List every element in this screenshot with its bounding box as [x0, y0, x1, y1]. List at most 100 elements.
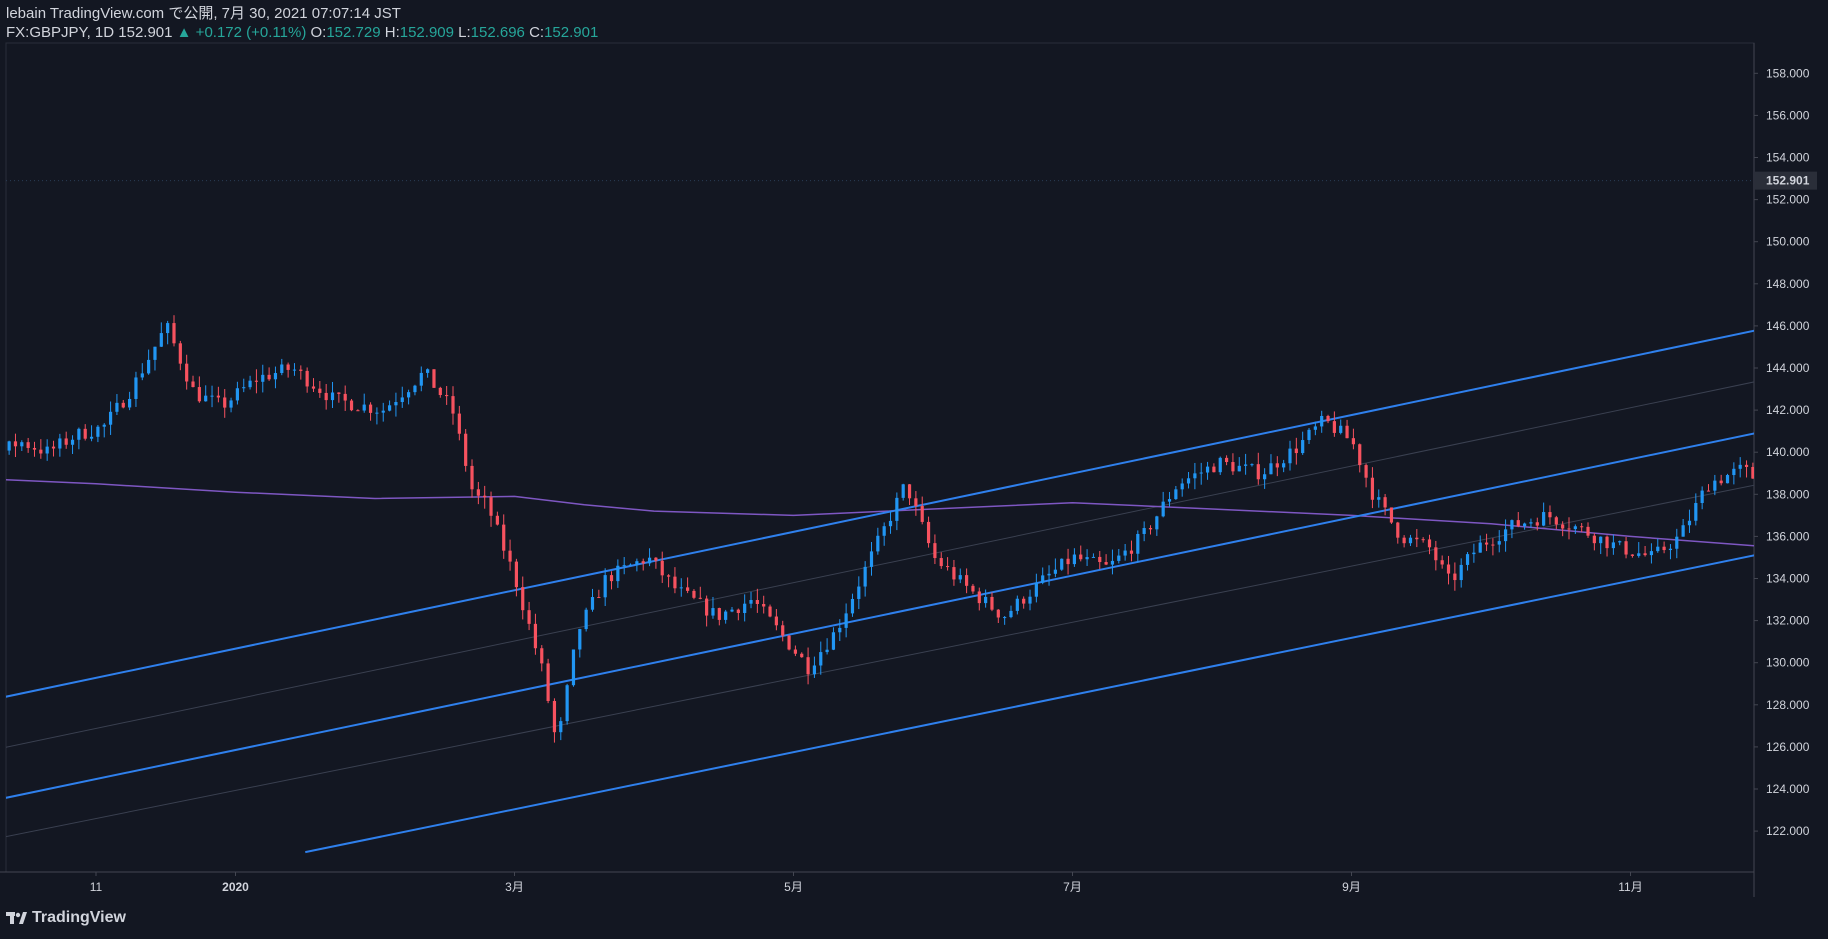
candle-body-265: [1586, 526, 1590, 536]
candle-body-259: [1548, 512, 1552, 518]
candle-body-117: [647, 557, 652, 564]
candle-body-49: [216, 395, 220, 398]
candle-body-234: [1389, 507, 1394, 523]
candle-body-139: [787, 635, 791, 650]
candle-body-250: [1491, 544, 1495, 546]
x-tick-label-1: 2020: [222, 880, 249, 894]
candle-body-222: [1313, 426, 1317, 430]
candle-body-46: [197, 387, 201, 402]
candle-body-90: [476, 489, 480, 496]
candle-body-161: [926, 521, 931, 544]
candle-body-279: [1675, 536, 1679, 549]
symbol-label[interactable]: FX:GBPJPY, 1D 152.901: [6, 24, 173, 41]
candle-body-283: [1700, 490, 1704, 504]
candle-body-54: [248, 380, 252, 388]
candle-body-68: [337, 392, 341, 394]
candle-body-82: [426, 369, 430, 373]
candle-body-207: [1218, 457, 1222, 473]
candle-body-229: [1358, 444, 1362, 466]
candle-body-247: [1472, 552, 1476, 555]
candle-body-192: [1123, 550, 1127, 556]
candle-body-33: [115, 402, 119, 412]
candle-body-162: [933, 543, 937, 559]
candle-body-236: [1402, 537, 1406, 544]
candle-body-152: [869, 551, 874, 567]
candle-body-226: [1339, 425, 1343, 433]
y-tick-label-8: 142.000: [1766, 403, 1810, 417]
candle-body-213: [1256, 464, 1260, 480]
candle-body-22: [45, 446, 49, 454]
candle-body-145: [825, 649, 829, 653]
candle-body-218: [1288, 448, 1292, 464]
candle-body-60: [286, 364, 290, 370]
candle-body-57: [267, 374, 271, 380]
candle-body-255: [1523, 523, 1527, 527]
candle-body-174: [1009, 610, 1013, 618]
candle-body-280: [1681, 525, 1685, 537]
candle-body-253: [1510, 520, 1514, 530]
candle-body-115: [635, 561, 639, 565]
candle-body-32: [108, 411, 113, 425]
candle-body-28: [83, 428, 87, 439]
candle-body-198: [1161, 501, 1165, 517]
candle-body-121: [673, 576, 677, 589]
candle-body-189: [1104, 562, 1108, 565]
candle-body-267: [1599, 536, 1603, 544]
candle-body-216: [1275, 463, 1279, 468]
candle-body-39: [153, 346, 157, 360]
candle-body-58: [273, 373, 278, 380]
y-tick-label-17: 124.000: [1766, 782, 1810, 796]
candle-body-43: [178, 343, 182, 364]
candle-body-214: [1263, 474, 1267, 480]
candle-body-284: [1706, 490, 1711, 492]
candle-body-190: [1110, 560, 1115, 565]
y-tick-label-0: 158.000: [1766, 66, 1810, 80]
candle-body-69: [343, 393, 347, 401]
candle-body-270: [1618, 541, 1622, 543]
candle-body-266: [1592, 535, 1596, 544]
candle-body-97: [521, 587, 525, 611]
candle-body-34: [121, 402, 125, 408]
candle-body-55: [254, 380, 259, 382]
candle-body-164: [945, 566, 950, 568]
candle-body-98: [527, 610, 531, 624]
candle-body-44: [185, 363, 189, 382]
price-chart[interactable]: 158.000 156.000 154.000 152.000 150.000 148.0…: [0, 0, 1828, 939]
candle-body-206: [1212, 466, 1216, 473]
candle-body-239: [1421, 539, 1425, 541]
candle-body-27: [77, 428, 81, 440]
candle-body-154: [882, 526, 886, 536]
candle-body-122: [679, 587, 683, 589]
candle-body-158: [907, 484, 912, 499]
ohlc-legend: FX:GBPJPY, 1D 152.901 ▲ +0.172 (+0.11%) …: [6, 23, 598, 42]
candle-body-272: [1630, 554, 1635, 556]
candle-body-123: [686, 587, 690, 591]
candle-body-243: [1446, 564, 1451, 574]
candle-body-288: [1732, 468, 1736, 476]
candle-body-89: [470, 465, 474, 490]
candle-body-110: [603, 575, 607, 598]
candle-body-45: [191, 381, 195, 388]
candle-body-127: [711, 608, 715, 616]
candle-body-186: [1085, 557, 1089, 560]
candle-body-274: [1643, 553, 1647, 556]
candle-body-249: [1484, 542, 1489, 545]
candle-body-263: [1573, 526, 1577, 530]
tradingview-footer[interactable]: TradingView: [6, 909, 126, 927]
candle-body-167: [965, 575, 969, 586]
candle-body-286: [1719, 480, 1723, 484]
candle-body-79: [407, 392, 411, 398]
candle-body-165: [952, 567, 956, 580]
candle-body-194: [1136, 533, 1140, 554]
candle-body-129: [724, 611, 728, 620]
candle-body-281: [1687, 520, 1692, 526]
low-value: 152.696: [470, 24, 525, 41]
candle-body-94: [502, 524, 506, 551]
candle-body-248: [1478, 542, 1482, 553]
y-tick-label-7: 144.000: [1766, 361, 1810, 375]
candle-body-171: [990, 596, 994, 610]
candle-body-276: [1656, 546, 1660, 552]
candle-body-87: [457, 413, 461, 434]
chart-background: [0, 0, 1828, 939]
candle-body-116: [641, 561, 645, 564]
